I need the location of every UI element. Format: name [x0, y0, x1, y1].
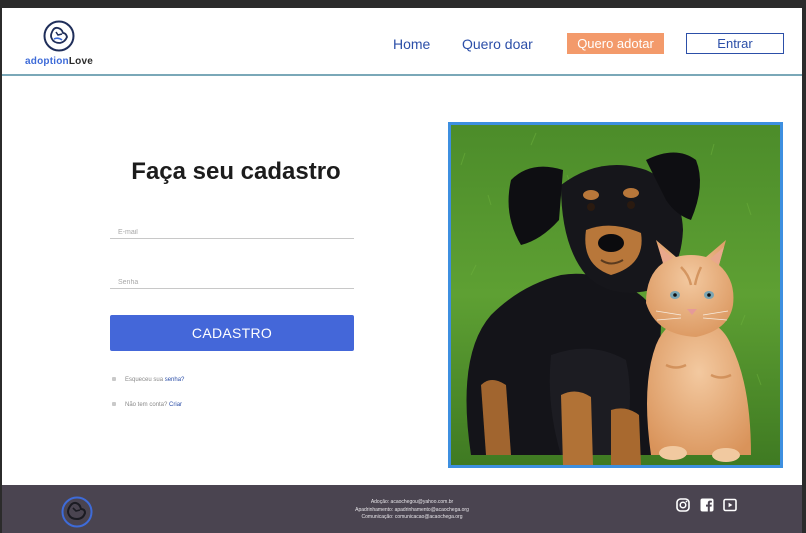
login-button[interactable]: Entrar: [686, 33, 784, 54]
no-account-text: Não tem conta?: [125, 402, 170, 408]
email-field-wrapper: [110, 221, 354, 241]
facebook-icon[interactable]: [700, 498, 714, 512]
password-input[interactable]: [110, 274, 354, 291]
brand-name-part2: Love: [68, 56, 93, 67]
forgot-password-link[interactable]: senha?: [165, 377, 185, 383]
dog-cat-logo-icon: [43, 20, 75, 52]
brand-name: adoptionLove: [22, 56, 96, 67]
create-account-link[interactable]: Criar: [169, 402, 182, 408]
page-title: Faça seu cadastro: [131, 158, 341, 185]
contact-adoption: Adoção: acaochegou@yahoo.com.br: [370, 499, 454, 505]
dog-and-cat-photo: [448, 122, 783, 468]
register-button[interactable]: CADASTRO: [110, 315, 354, 351]
site-header: adoptionLove Home Quero doar Quero adota…: [2, 8, 802, 76]
brand-logo[interactable]: adoptionLove: [22, 20, 96, 70]
instagram-icon[interactable]: [676, 498, 690, 512]
page-frame: adoptionLove Home Quero doar Quero adota…: [2, 8, 802, 533]
bullet-icon: [112, 402, 116, 407]
bullet-icon: [112, 377, 116, 382]
youtube-icon[interactable]: [723, 498, 737, 512]
dog-cat-logo-icon: [61, 496, 93, 528]
dog-and-cat-illustration: [451, 125, 780, 465]
nav-home-link[interactable]: Home: [393, 36, 430, 52]
contact-communication: Comunicação: comunicacao@acaochega.org: [361, 514, 463, 520]
footer-contacts: Adoção: acaochegou@yahoo.com.br Apadrinh…: [302, 499, 522, 522]
brand-name-part1: adoption: [25, 56, 69, 67]
contact-sponsorship: Apadrinhamento: apadrinhamento@acaochega…: [355, 506, 469, 513]
forgot-password-row: Esqueceu sua senha?: [112, 377, 184, 383]
create-account-row: Não tem conta? Criar: [112, 402, 182, 408]
email-input[interactable]: [110, 224, 354, 241]
site-footer: Adoção: acaochegou@yahoo.com.br Apadrinh…: [2, 485, 802, 533]
nav-adopt-button[interactable]: Quero adotar: [567, 33, 664, 54]
password-field-wrapper: [110, 271, 354, 291]
nav-donate-link[interactable]: Quero doar: [462, 36, 533, 52]
forgot-password-text: Esqueceu sua: [125, 377, 165, 383]
